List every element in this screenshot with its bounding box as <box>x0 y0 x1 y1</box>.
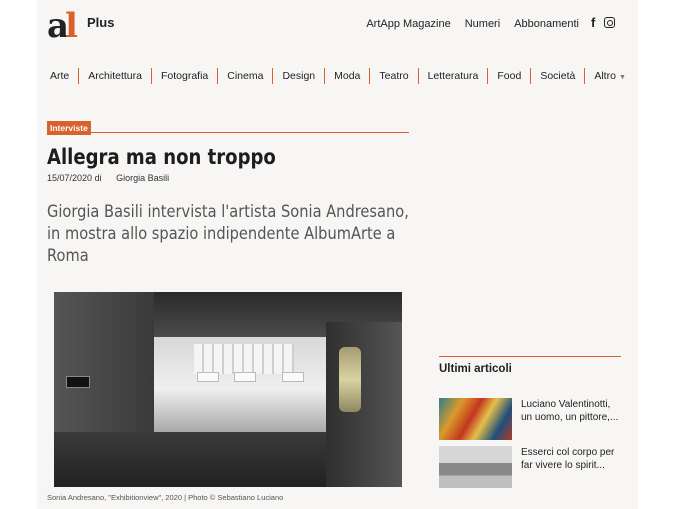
latest-article-item[interactable]: Esserci col corpo per far vivere lo spir… <box>439 446 621 490</box>
article-author[interactable]: Giorgia Basili <box>116 173 169 183</box>
article-title: Allegra ma non troppo <box>47 145 276 169</box>
photo-bench <box>234 372 256 382</box>
article-by: di <box>94 173 102 183</box>
nav-item-moda[interactable]: Moda <box>325 70 369 82</box>
nav-item-food[interactable]: Food <box>488 70 530 82</box>
site-logo[interactable]: al Plus <box>47 9 117 45</box>
article-subtitle: Giorgia Basili intervista l'artista Soni… <box>47 202 409 266</box>
link-artapp-magazine[interactable]: ArtApp Magazine <box>366 18 450 30</box>
top-links: ArtApp Magazine Numeri Abbonamenti <box>366 18 579 30</box>
nav-item-fotografia[interactable]: Fotografia <box>152 70 217 82</box>
nav-item-societa[interactable]: Società <box>531 70 584 82</box>
latest-article-item[interactable]: Luciano Valentinotti, un uomo, un pittor… <box>439 398 621 442</box>
social-links: f <box>591 15 616 30</box>
nav-item-teatro[interactable]: Teatro <box>370 70 417 82</box>
nav-item-altro[interactable]: Altro ▼ <box>585 70 635 82</box>
photo-window <box>194 344 294 374</box>
latest-article-title[interactable]: Luciano Valentinotti, un uomo, un pittor… <box>521 398 621 424</box>
article-thumbnail[interactable] <box>439 446 512 488</box>
nav-item-letteratura[interactable]: Letteratura <box>419 70 488 82</box>
sidebar-divider <box>439 356 621 357</box>
nav-item-architettura[interactable]: Architettura <box>79 70 151 82</box>
link-numeri[interactable]: Numeri <box>465 18 500 30</box>
nav-item-design[interactable]: Design <box>273 70 324 82</box>
category-nav: Arte Architettura Fotografia Cinema Desi… <box>41 68 635 84</box>
photo-caption: Sonia Andresano, "Exhibitionview", 2020 … <box>47 493 284 502</box>
nav-item-arte[interactable]: Arte <box>41 70 78 82</box>
article-meta: 15/07/2020 di Giorgia Basili <box>47 173 169 183</box>
nav-item-cinema[interactable]: Cinema <box>218 70 272 82</box>
nav-item-altro-label: Altro <box>594 70 616 82</box>
facebook-icon[interactable]: f <box>591 15 595 30</box>
photo-light-sculpture <box>339 347 361 412</box>
photo-bench <box>282 372 304 382</box>
latest-article-title[interactable]: Esserci col corpo per far vivere lo spir… <box>521 446 621 472</box>
photo-video-screen <box>66 376 90 388</box>
chevron-down-icon: ▼ <box>618 74 626 81</box>
sidebar-title: Ultimi articoli <box>439 363 512 375</box>
photo-right-wall <box>326 322 402 487</box>
link-abbonamenti[interactable]: Abbonamenti <box>514 18 579 30</box>
article-photo <box>54 292 402 487</box>
logo-mark: al <box>47 6 78 46</box>
photo-bench <box>197 372 219 382</box>
article-date: 15/07/2020 <box>47 173 93 183</box>
category-divider <box>47 132 409 133</box>
instagram-icon[interactable] <box>604 17 616 28</box>
article-thumbnail[interactable] <box>439 398 512 440</box>
logo-plus-label: Plus <box>87 15 115 30</box>
